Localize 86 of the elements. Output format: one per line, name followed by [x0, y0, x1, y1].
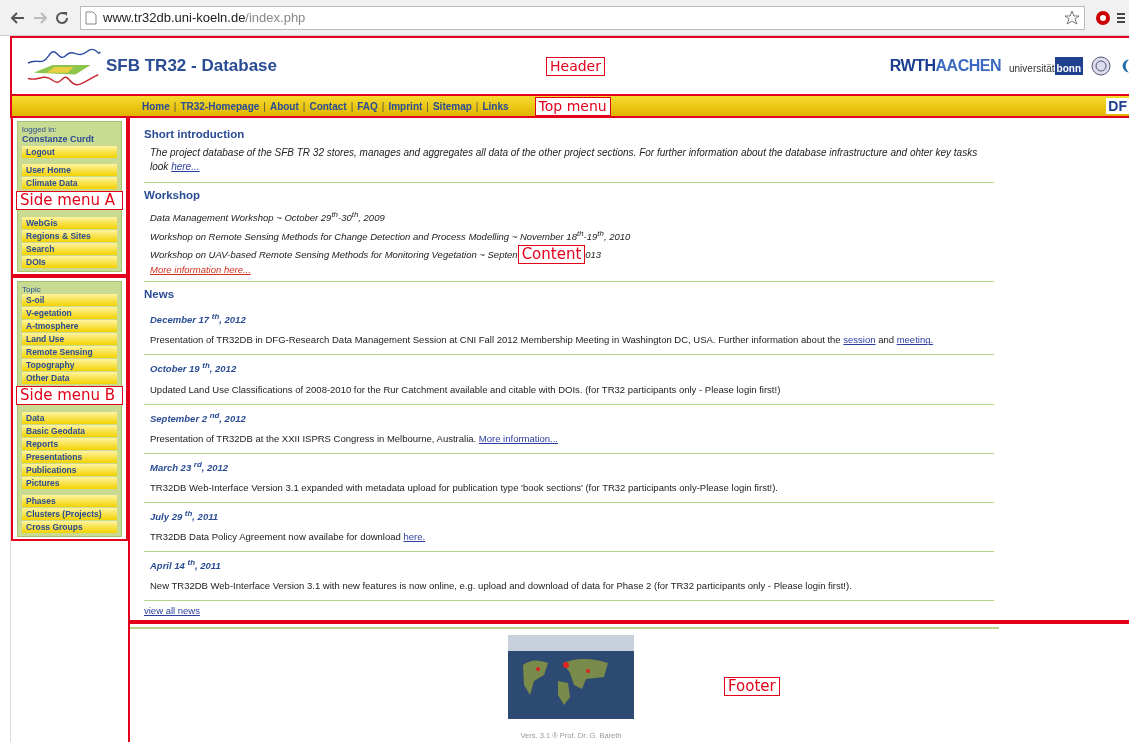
side-menu-item[interactable]: Regions & Sites: [22, 230, 117, 242]
annotation-label: Top menu: [534, 96, 611, 116]
news-date: July 29 $^{th}$, 2011: [150, 508, 220, 523]
annotation-label: Content: [517, 245, 586, 265]
side-menu-item[interactable]: WebGis: [22, 217, 117, 229]
menu-separator: |: [381, 100, 385, 112]
top-menu-link[interactable]: Imprint: [388, 100, 423, 112]
seal-icon: [1091, 56, 1111, 76]
workshop-entry: Workshop on UAV-based Remote Sensing Methods for Monitoring Vegetation ~ Septen: [150, 247, 518, 262]
news-date: March 23 $^{rd}$, 2012: [150, 459, 230, 473]
menu-separator: |: [302, 100, 306, 112]
news-link[interactable]: session: [843, 334, 876, 346]
top-menu-link[interactable]: TR32-Homepage: [180, 100, 260, 112]
annotation-label: Footer: [724, 677, 780, 696]
site-title: SFB TR32 - Database: [106, 56, 277, 76]
side-menu-item[interactable]: Climate Data: [22, 177, 117, 189]
side-menu-item[interactable]: Presentations: [22, 451, 117, 463]
side-menu-item[interactable]: Cross Groups: [22, 521, 117, 533]
annotation-label: Side menu A: [16, 191, 123, 210]
news-text: Presentation of TR32DB in DFG-Research Data Management Session at CNI Fall 2012 Membership Meeting in Washington DC, USA. Further information about the session and meeting.: [150, 334, 935, 346]
workshop-entry: 013: [585, 247, 602, 262]
news-date: April 14 $^{th}$, 2011: [150, 558, 222, 572]
view-all-news-link[interactable]: view all news: [144, 605, 200, 617]
login-label: logged in:: [22, 125, 58, 134]
side-menu-item[interactable]: V-egetation: [22, 307, 117, 319]
news-link[interactable]: here.: [403, 531, 426, 543]
side-menu-item[interactable]: Basic Geodata: [22, 425, 117, 437]
side-menu-item[interactable]: Search: [22, 243, 117, 255]
side-menu-item[interactable]: Remote Sensing: [22, 346, 117, 358]
news-link[interactable]: meeting.: [896, 334, 934, 346]
section-heading: News: [144, 288, 176, 301]
top-menu-link[interactable]: Sitemap: [432, 100, 472, 112]
side-menu-item[interactable]: Logout: [22, 146, 117, 158]
news-text: Presentation of TR32DB at the XXII ISPRS Congress in Melbourne, Australia. More information...: [150, 432, 559, 444]
top-menu-link[interactable]: About: [269, 100, 299, 112]
news-link[interactable]: More information...: [478, 432, 558, 444]
section-heading: Workshop: [144, 189, 201, 201]
news-text: TR32DB Web-Interface Version 3.1 expanded with metadata upload for publication type 'book sections' (for TR32 participants only-Please login first!).: [150, 481, 779, 493]
section-heading: Short introduction: [144, 128, 246, 140]
news-text: Updated Land Use Classifications of 2008-2010 for the Rur Catchment available and citable with DOIs. (for TR32 participants only - Please login first!): [150, 383, 782, 395]
university-logo: universität bonn: [1009, 57, 1083, 75]
side-menu-item[interactable]: Other Data: [22, 372, 117, 384]
workshop-entry: Data Management Workshop ~ October 29$^{th}$-30$^{th}$, 2009: [150, 209, 385, 226]
top-menu-link[interactable]: Links: [482, 100, 509, 112]
top-menu-link[interactable]: FAQ: [357, 100, 378, 112]
news-text: TR32DB Data Policy Agreement now availabe for download here.: [150, 531, 427, 543]
side-menu-item[interactable]: Pictures: [22, 477, 117, 489]
side-menu-item[interactable]: Clusters (Projects): [22, 508, 117, 520]
topic-heading: Topic: [22, 285, 42, 294]
back-icon[interactable]: [10, 9, 26, 26]
visitor-map-placeholder[interactable]: [508, 635, 634, 719]
side-menu-item[interactable]: Reports: [22, 438, 117, 450]
partner-logo: DF: [1106, 98, 1129, 114]
side-menu-item[interactable]: Topography: [22, 359, 117, 371]
news-date: October 19 $^{th}$, 2012: [150, 361, 238, 375]
side-menu-item[interactable]: S-oil: [22, 294, 117, 306]
here-link[interactable]: here...: [171, 161, 200, 172]
menu-separator: |: [263, 100, 266, 112]
address-bar[interactable]: www.tr32db.uni-koeln.de/index.php: [80, 5, 1085, 30]
page-icon: [85, 10, 97, 25]
menu-separator: |: [173, 100, 177, 112]
workshop-entry: Workshop on Remote Sensing Methods for Change Detection and Process Modelling ~ November 18$^{th}$-19$^{th}$, 2010: [150, 228, 631, 245]
user-name: Constanze Curdt: [22, 134, 95, 144]
menu-separator: |: [475, 100, 479, 112]
side-menu-item[interactable]: Data: [22, 412, 117, 424]
star-icon[interactable]: [1064, 9, 1080, 26]
top-menu-link[interactable]: Home: [142, 100, 170, 112]
side-menu-item[interactable]: Publications: [22, 464, 117, 476]
reload-icon[interactable]: [54, 9, 70, 26]
annotation-label: Header: [546, 56, 605, 76]
side-menu-item[interactable]: Land Use: [22, 333, 117, 345]
record-icon[interactable]: [1095, 9, 1111, 26]
annotation-label: Side menu B: [16, 386, 123, 405]
side-menu-item[interactable]: DOIs: [22, 256, 117, 268]
news-text: New TR32DB Web-Interface Version 3.1 with new features is now online, e.g. upload and download of data for Phase 2 (for TR32 participants only - Please login first!).: [150, 580, 853, 592]
more-information-link[interactable]: More information here...: [150, 264, 251, 276]
side-menu-item[interactable]: A-tmosphere: [22, 320, 117, 332]
side-menu-item[interactable]: User Home: [22, 164, 117, 176]
side-menu-item[interactable]: Phases: [22, 495, 117, 507]
news-date: September 2 $^{nd}$, 2012: [150, 410, 247, 424]
intro-paragraph: The project database of the SFB TR 32 stores, manages and aggregates all data of the other project sections. For further information about the database infrastructure and ohter key tasks look here...: [150, 146, 979, 174]
university-logo: RWTHAACHEN: [889, 57, 1001, 75]
news-date: December 17 $^{th}$, 2012: [150, 312, 247, 326]
top-menu-link[interactable]: Contact: [309, 100, 347, 112]
menu-separator: |: [350, 100, 354, 112]
menu-separator: |: [426, 100, 429, 112]
